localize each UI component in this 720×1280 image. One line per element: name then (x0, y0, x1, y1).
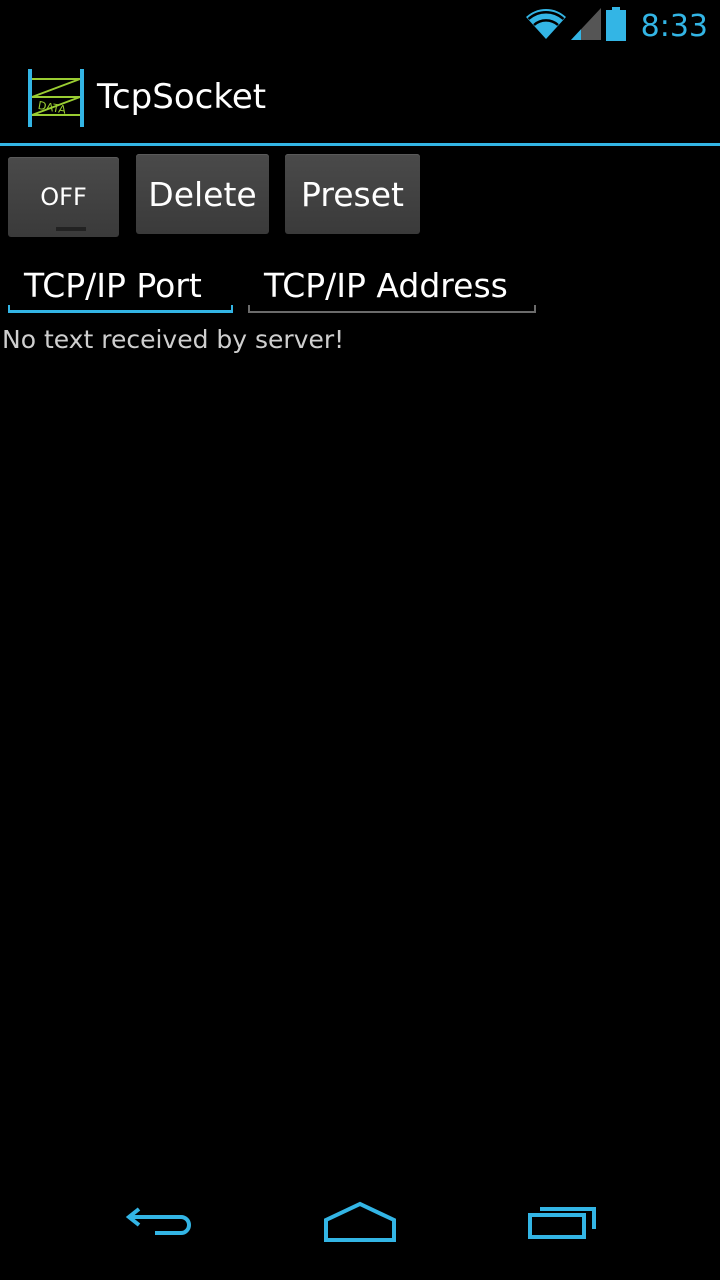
address-input[interactable]: TCP/IP Address (248, 258, 536, 313)
recent-apps-icon (526, 1201, 598, 1245)
toggle-label: OFF (40, 183, 87, 211)
app-title: TcpSocket (97, 77, 267, 117)
preset-button[interactable]: Preset (285, 154, 420, 234)
battery-icon (605, 7, 627, 45)
toggle-indicator (56, 227, 86, 231)
recent-apps-button[interactable] (512, 1198, 612, 1248)
address-input-underline (248, 305, 536, 313)
wifi-icon (525, 8, 567, 44)
back-icon (125, 1201, 195, 1245)
status-bar: 8:33 (0, 0, 720, 50)
back-button[interactable] (110, 1198, 210, 1248)
port-input-underline (8, 305, 233, 313)
status-icons: 8:33 (525, 6, 708, 46)
port-input[interactable]: TCP/IP Port (8, 258, 233, 313)
action-bar-divider (0, 143, 720, 146)
address-input-placeholder: TCP/IP Address (264, 266, 508, 305)
data-app-icon[interactable]: DATA (26, 67, 88, 129)
home-button[interactable] (310, 1198, 410, 1248)
preset-button-label: Preset (301, 174, 404, 214)
delete-button-label: Delete (148, 174, 257, 214)
port-input-placeholder: TCP/IP Port (24, 266, 202, 305)
navigation-bar (0, 1184, 720, 1280)
home-icon (322, 1200, 398, 1246)
delete-button[interactable]: Delete (136, 154, 269, 234)
signal-icon (570, 8, 601, 44)
clock: 8:33 (640, 8, 708, 44)
on-off-toggle-button[interactable]: OFF (8, 157, 119, 237)
server-output-text: No text received by server! (2, 325, 345, 354)
